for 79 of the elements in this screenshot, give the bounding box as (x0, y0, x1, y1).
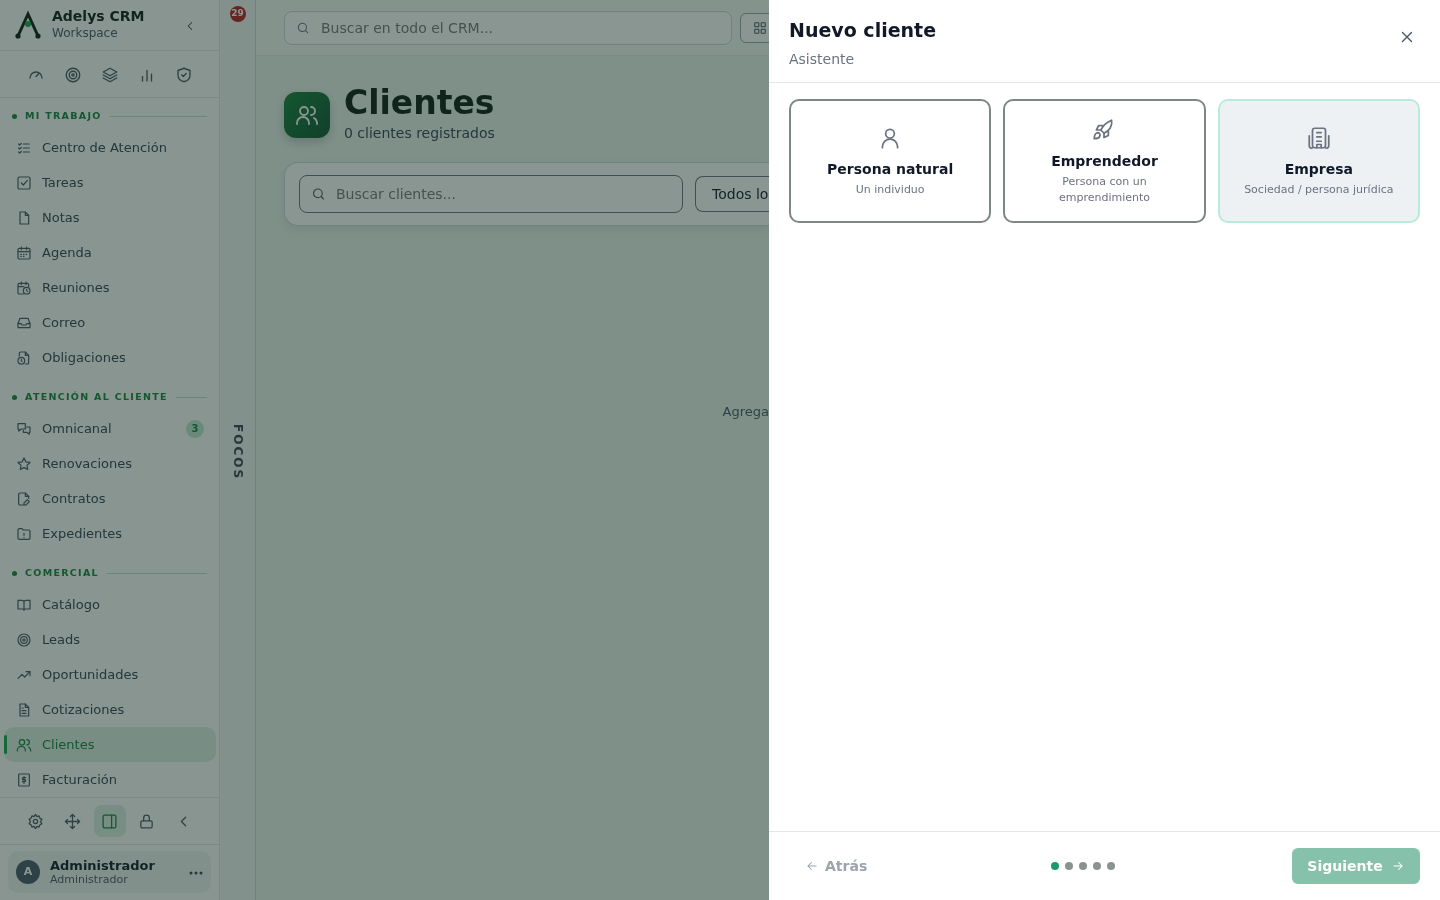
section-title: MI TRABAJO (25, 109, 102, 124)
avatar: A (16, 860, 40, 885)
filter-dropdown[interactable]: Todos lo (695, 176, 769, 212)
option-card[interactable]: Emprendedor Persona con un emprendimiento (1003, 99, 1206, 223)
star-icon (16, 455, 32, 472)
users-icon (16, 736, 32, 753)
chat-icon (16, 420, 32, 437)
sidebar-item[interactable]: Reuniones (4, 270, 216, 306)
document-pen-icon (16, 490, 32, 507)
calendar-icon (16, 244, 32, 261)
sidebar-item[interactable]: Catálogo (4, 587, 216, 623)
sidebar-item[interactable]: Oportunidades (4, 657, 216, 693)
move-icon (64, 812, 81, 830)
document-icon (16, 209, 32, 226)
drawer-title: Nuevo cliente (789, 18, 937, 43)
empty-text: Agrega (722, 403, 769, 421)
option-description: Sociedad / persona jurídica (1244, 181, 1394, 198)
receipt-icon (16, 771, 32, 788)
section-dot (12, 113, 17, 119)
option-card[interactable]: Empresa Sociedad / persona jurídica (1217, 99, 1420, 223)
settings-icon (27, 812, 44, 830)
option-title: Persona natural (827, 159, 954, 179)
sidebar-item[interactable]: Leads (4, 622, 216, 658)
option-title: Emprendedor (1051, 151, 1158, 171)
brand-name: Adelys CRM (52, 8, 145, 24)
shield-icon (174, 65, 193, 84)
sidebar-item[interactable]: Omnicanal 3 (4, 411, 216, 447)
folder-icon (16, 525, 32, 542)
sidebar-item[interactable]: Expedientes (4, 516, 216, 552)
count-badge: 3 (186, 419, 204, 438)
search-field[interactable]: Buscar clientes... (299, 175, 683, 213)
building-icon (1305, 124, 1332, 151)
more-icon (189, 870, 203, 875)
drawer-subtitle: Asistente (789, 49, 856, 69)
section-dot (12, 394, 17, 400)
document-icon (16, 701, 32, 718)
sidebar-item[interactable]: Cotizaciones (4, 692, 216, 728)
sidebar-item[interactable]: Agenda (4, 235, 216, 271)
sidebar-item[interactable]: Centro de Atención (4, 130, 216, 166)
layers-icon (100, 65, 119, 84)
sidebar-item[interactable]: Clientes (4, 727, 216, 763)
arrow-right-icon (1390, 859, 1405, 873)
document-clock-icon (16, 349, 32, 366)
user-card[interactable]: A Administrador Administrador (8, 851, 211, 894)
logo-icon (14, 10, 42, 41)
apps-button[interactable] (740, 12, 769, 43)
user-name: Administrador (50, 858, 155, 874)
grid-icon (753, 20, 767, 35)
lock-icon (138, 812, 155, 830)
arrow-left-icon (805, 859, 819, 873)
option-description: Persona con un emprendimiento (1057, 173, 1151, 206)
back-button[interactable]: Atrás (789, 855, 884, 877)
section-dot (12, 570, 17, 576)
sidebar-item[interactable]: Notas (4, 200, 216, 236)
users-glyph-icon (295, 103, 319, 127)
sidebar-item[interactable]: Correo (4, 305, 216, 341)
option-card[interactable]: Persona natural Un individuo (789, 99, 992, 223)
option-description: Un individuo (855, 181, 925, 198)
section-title: COMERCIAL (25, 566, 99, 581)
sidebar-item[interactable]: Tareas (4, 165, 216, 201)
rail-label[interactable]: FOCOS (228, 424, 247, 481)
sidebar-item[interactable]: Contratos (4, 481, 216, 517)
calendar-clock-icon (16, 279, 32, 296)
sidebar-item[interactable]: Facturación (4, 762, 216, 798)
user-role: Administrador (50, 873, 129, 887)
notification-badge: 29 (229, 6, 246, 22)
sidebar-item[interactable]: Renovaciones (4, 446, 216, 482)
option-title: Empresa (1284, 159, 1353, 179)
page-title: Clientes (344, 86, 495, 119)
section-title: ATENCIÓN AL CLIENTE (25, 390, 168, 405)
toolbar-button[interactable] (93, 805, 126, 838)
panel-icon (101, 812, 118, 830)
search-icon (296, 20, 310, 35)
sidebar-item[interactable]: Obligaciones (4, 340, 216, 376)
page-subtitle: 0 clientes registrados (344, 124, 495, 143)
brand-subtitle: Workspace (52, 24, 119, 42)
target-icon (16, 631, 32, 648)
checkbox-icon (16, 174, 32, 191)
search-icon (311, 186, 326, 202)
